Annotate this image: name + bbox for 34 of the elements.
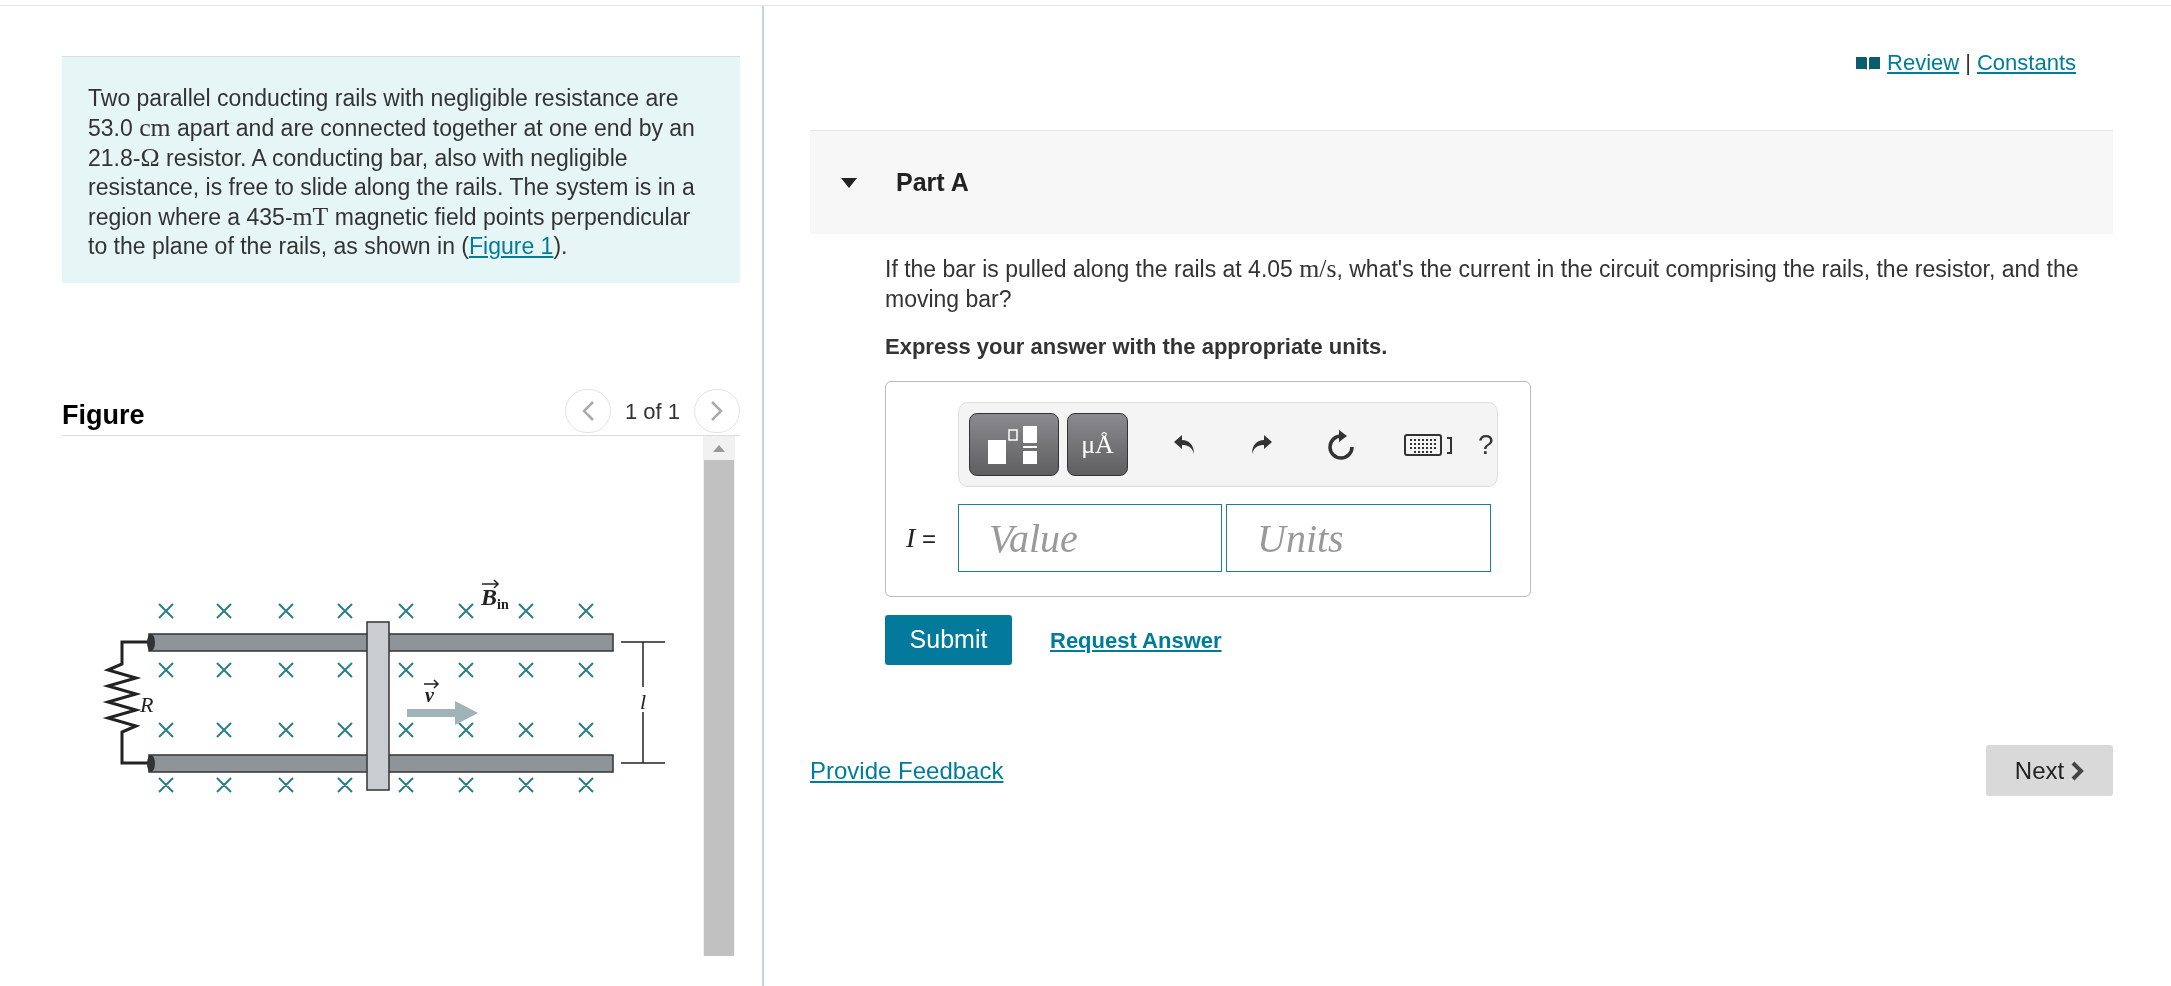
part-header[interactable]: Part A: [810, 130, 2113, 234]
problem-statement: Two parallel conducting rails with negligible resistance are 53.0 cm apart and are connected together at one end by an 21.8-Ω resistor. A conducting bar, also with negligible resistance, is free to slide along the rails. The system is in a region where a 435-mT magnetic field points perpendicular to the plane of the rails, as shown in (Figure 1).: [62, 56, 740, 283]
field-label: B$_{in}$: [481, 584, 509, 612]
velocity-label: v: [425, 684, 434, 706]
submit-button[interactable]: Submit: [885, 615, 1012, 665]
template-button[interactable]: [969, 413, 1059, 476]
link-separator: |: [1965, 49, 1971, 77]
vector-arrow-icon: [481, 579, 500, 589]
chevron-right-icon: [2070, 760, 2085, 781]
units-field[interactable]: Units: [1226, 504, 1491, 572]
constants-link[interactable]: Constants: [1976, 46, 2076, 79]
length-label: l: [640, 689, 647, 714]
figure-heading: Figure: [62, 398, 145, 432]
part-title: Part A: [896, 166, 969, 198]
next-button[interactable]: Next: [1986, 745, 2113, 796]
instruction-text: Express your answer with the appropriate units.: [885, 333, 1389, 361]
scrollbar[interactable]: [703, 436, 735, 956]
units-button[interactable]: μÅ: [1067, 413, 1128, 476]
request-answer-link[interactable]: Request Answer: [1050, 623, 1222, 657]
answer-variable: I =: [905, 521, 937, 555]
book-icon: [1855, 54, 1882, 71]
chevron-right-icon: [710, 400, 724, 422]
resistor-label: R: [140, 692, 154, 717]
chevron-left-icon: [580, 400, 595, 422]
help-button[interactable]: ?: [1478, 423, 1494, 466]
vector-arrow-icon: [423, 679, 440, 689]
reset-icon[interactable]: [1326, 428, 1356, 461]
figure-pager: 1 of 1: [624, 397, 680, 426]
feedback-link[interactable]: Provide Feedback: [810, 752, 1004, 789]
velocity-arrow: [407, 701, 478, 725]
review-link[interactable]: Review: [1887, 46, 1960, 79]
value-field[interactable]: Value: [958, 504, 1222, 572]
question-text: If the bar is pulled along the rails at 4.05 m/s, what's the current in the circuit comprising the rails, the resistor, and the moving bar?: [885, 254, 2080, 314]
scroll-up-icon: [713, 444, 725, 452]
